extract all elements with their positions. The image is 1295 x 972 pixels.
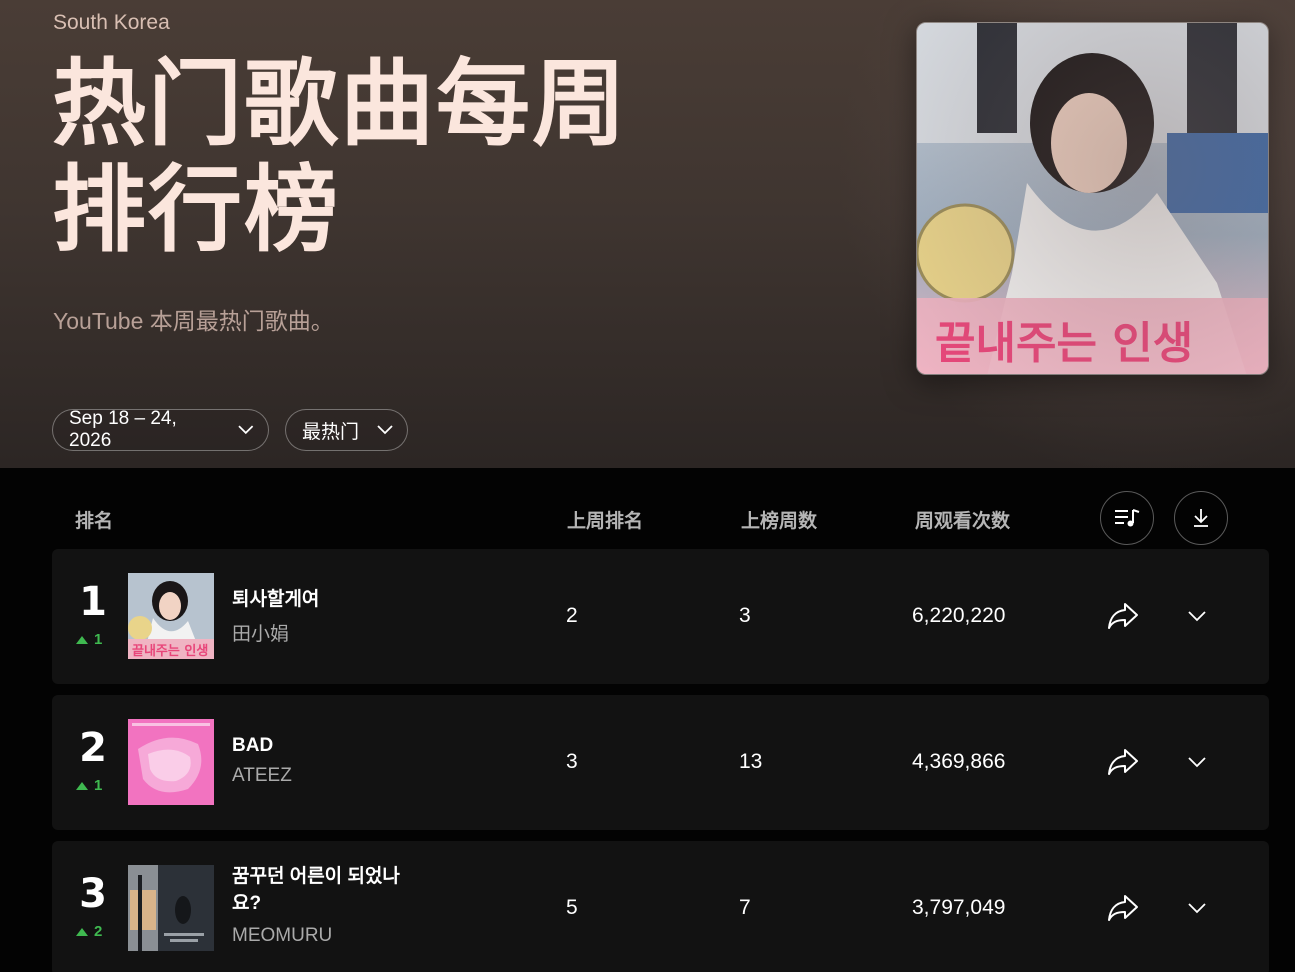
country-label: South Korea bbox=[53, 11, 170, 34]
chevron-down-icon bbox=[377, 425, 393, 435]
share-arrow-icon[interactable] bbox=[1107, 602, 1139, 630]
date-range-value: Sep 18 – 24, 2026 bbox=[69, 408, 177, 451]
rank-number: 2 bbox=[79, 725, 107, 771]
up-arrow-icon bbox=[76, 781, 88, 790]
rank-change: 1 bbox=[76, 631, 102, 648]
page-subtitle: YouTube 本周最热门歌曲。 bbox=[53, 308, 334, 334]
chevron-down-icon bbox=[238, 425, 254, 435]
up-arrow-icon bbox=[76, 635, 88, 644]
weekly-views: 4,369,866 bbox=[912, 750, 1006, 773]
last-week-rank: 5 bbox=[566, 896, 578, 919]
download-button[interactable] bbox=[1174, 491, 1228, 545]
rank-change: 1 bbox=[76, 777, 102, 794]
up-arrow-icon bbox=[76, 927, 88, 936]
song-thumbnail[interactable] bbox=[128, 865, 214, 951]
cover-art-text: 끝내주는 인생 bbox=[935, 318, 1193, 369]
chart-hero: South Korea 热门歌曲每周排行榜 YouTube 本周最热门歌曲。 S… bbox=[0, 0, 1295, 468]
sort-dropdown[interactable]: 最热门 bbox=[285, 409, 408, 451]
thumb-cover-text: 끝내주는 인생 bbox=[132, 643, 208, 659]
rank-change-value: 2 bbox=[94, 923, 103, 940]
rank-number: 1 bbox=[79, 579, 107, 625]
page-title: 热门歌曲每周排行榜 bbox=[52, 50, 629, 265]
rank-change-value: 1 bbox=[94, 777, 103, 794]
table-row[interactable]: 3 2 꿈꾸던 어른이 되었나요? MEOMURU 5 7 3,797,049 bbox=[52, 841, 1269, 972]
song-title[interactable]: 퇴사할게여 bbox=[232, 586, 402, 613]
song-thumbnail[interactable]: 끝내주는 인생 bbox=[128, 573, 214, 659]
table-row[interactable]: 2 1 BAD ATEEZ 3 13 4,369,866 bbox=[52, 695, 1269, 830]
weekly-views: 3,797,049 bbox=[912, 896, 1006, 919]
song-title[interactable]: BAD bbox=[232, 732, 402, 759]
download-icon bbox=[1194, 509, 1208, 527]
weeks-on-chart: 7 bbox=[739, 896, 751, 919]
share-arrow-icon[interactable] bbox=[1107, 748, 1139, 776]
song-artist[interactable]: ATEEZ bbox=[232, 765, 292, 787]
playlist-button[interactable] bbox=[1100, 491, 1154, 545]
header-rank: 排名 bbox=[75, 511, 114, 532]
header-last-week: 上周排名 bbox=[567, 511, 644, 532]
weekly-views: 6,220,220 bbox=[912, 604, 1006, 627]
chevron-down-icon[interactable] bbox=[1188, 756, 1206, 768]
rank-change: 2 bbox=[76, 923, 102, 940]
chevron-down-icon[interactable] bbox=[1188, 610, 1206, 622]
share-arrow-icon[interactable] bbox=[1107, 894, 1139, 922]
rank-change-value: 1 bbox=[94, 631, 103, 648]
last-week-rank: 2 bbox=[566, 604, 578, 627]
song-thumbnail[interactable] bbox=[128, 719, 214, 805]
weeks-on-chart: 3 bbox=[739, 604, 751, 627]
sort-value: 最热门 bbox=[302, 421, 360, 443]
header-weekly-views: 周观看次数 bbox=[915, 511, 1011, 532]
rank-number: 3 bbox=[79, 871, 107, 917]
song-artist[interactable]: 田小娟 bbox=[232, 619, 289, 646]
table-row[interactable]: 1 1 끝내주는 인생 퇴사할게여 田小娟 2 3 6,220,220 bbox=[52, 549, 1269, 684]
last-week-rank: 3 bbox=[566, 750, 578, 773]
chevron-down-icon[interactable] bbox=[1188, 902, 1206, 914]
top-song-cover-art: 끝내주는 인생 bbox=[916, 22, 1269, 375]
song-title[interactable]: 꿈꾸던 어른이 되었나요? bbox=[232, 863, 402, 917]
playlist-music-icon bbox=[1115, 509, 1140, 527]
song-artist[interactable]: MEOMURU bbox=[232, 925, 332, 947]
date-range-dropdown[interactable]: Sep 18 – 24, 2026 bbox=[52, 408, 269, 451]
weeks-on-chart: 13 bbox=[739, 750, 763, 773]
header-weeks-on-chart: 上榜周数 bbox=[741, 511, 818, 532]
